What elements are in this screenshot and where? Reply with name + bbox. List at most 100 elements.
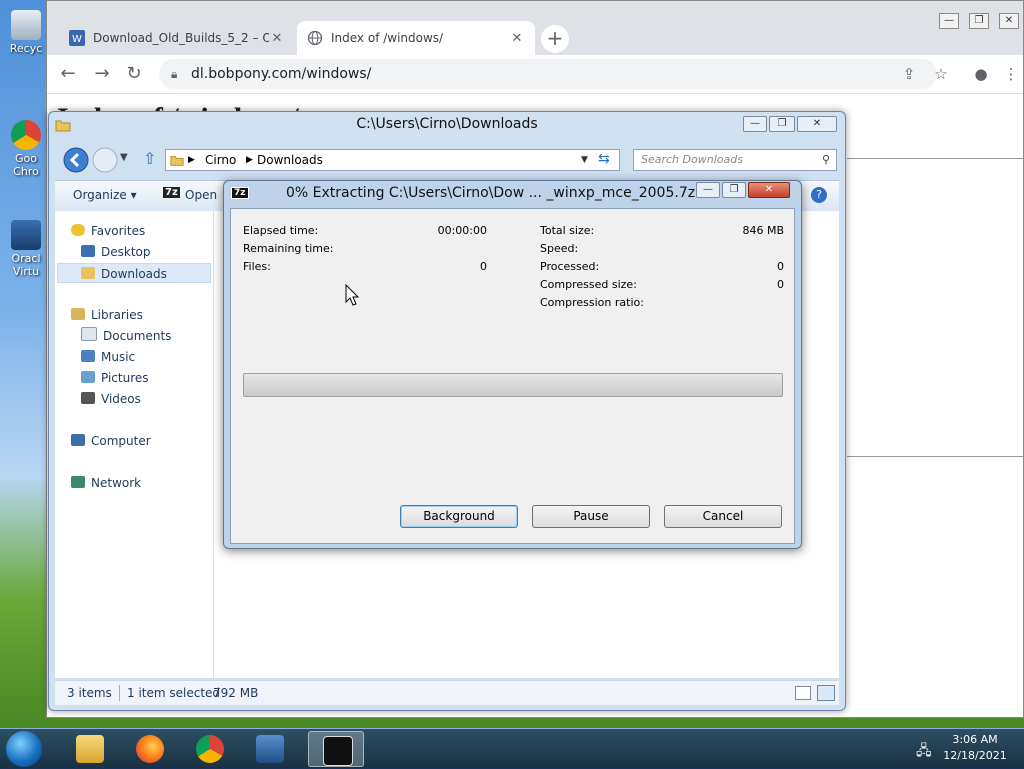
nav-label: Music: [101, 350, 136, 364]
breadcrumb[interactable]: ▶ Cirno ▶ Downloads ▼: [165, 149, 620, 171]
nav-computer[interactable]: Computer: [71, 431, 151, 451]
navigation-pane: Favorites Desktop Downloads Libraries Do…: [55, 211, 214, 678]
open-button[interactable]: Open: [185, 188, 217, 202]
breadcrumb-item[interactable]: Cirno: [205, 150, 236, 170]
chevron-right-icon: ▶: [246, 155, 253, 165]
url-text: dl.bobpony.com/windows/: [191, 66, 372, 82]
search-icon: ⚲: [821, 153, 830, 166]
up-arrow-icon[interactable]: ⇧: [143, 149, 156, 168]
taskbar-chrome[interactable]: [182, 731, 238, 767]
bookmark-star-icon[interactable]: ☆: [931, 64, 951, 84]
tab-close-icon[interactable]: ✕: [269, 31, 285, 46]
help-icon[interactable]: ?: [811, 187, 827, 203]
nav-documents[interactable]: Documents: [81, 326, 171, 346]
nav-desktop[interactable]: Desktop: [81, 242, 151, 262]
speed-label: Speed:: [540, 242, 579, 255]
desktop-icon-recycle-bin[interactable]: Recyc: [6, 10, 46, 55]
address-bar[interactable]: 🔒︎ dl.bobpony.com/windows/: [159, 59, 937, 89]
elapsed-time-value: 00:00:00: [437, 224, 487, 237]
maximize-button[interactable]: ❐: [722, 182, 746, 198]
network-icon: [71, 476, 85, 488]
documents-icon: [81, 327, 97, 341]
lock-icon: 🔒︎: [171, 67, 178, 81]
refresh-icon[interactable]: ⇆: [598, 151, 610, 167]
files-value: 0: [480, 260, 487, 273]
elapsed-time-label: Elapsed time:: [243, 224, 319, 237]
system-clock[interactable]: 3:06 AM 12/18/2021: [940, 732, 1010, 764]
processed-value: 0: [777, 260, 784, 273]
music-icon: [81, 350, 95, 362]
status-size: 792 MB: [213, 686, 259, 700]
wiki-favicon-icon: W: [69, 30, 85, 46]
organize-button[interactable]: Organize ▾: [73, 188, 137, 202]
taskbar: 🖧︎ 3:06 AM 12/18/2021: [0, 728, 1024, 769]
desktop-icon-label: Oracl Virtu: [11, 252, 41, 278]
taskbar-firefox[interactable]: [122, 731, 178, 767]
cancel-button[interactable]: Cancel: [664, 505, 782, 528]
nav-pictures[interactable]: Pictures: [81, 368, 149, 388]
7zip-icon: 7z: [231, 187, 249, 199]
menu-kebab-icon[interactable]: ⋮: [1001, 64, 1021, 84]
forward-arrow-icon[interactable]: →: [91, 63, 113, 85]
share-icon[interactable]: ⇪: [899, 64, 919, 84]
maximize-button[interactable]: ❐: [769, 116, 795, 132]
maximize-button[interactable]: ❐: [969, 13, 989, 29]
mouse-cursor-icon: [345, 284, 359, 306]
dialog-body: Elapsed time: 00:00:00 Remaining time: F…: [230, 208, 795, 544]
desktop-icon-label: Recyc: [9, 42, 43, 55]
nav-label: Documents: [103, 329, 172, 343]
details-view-icon[interactable]: [795, 686, 811, 700]
tab-index-of-windows[interactable]: Index of /windows/ ✕: [297, 21, 535, 55]
preview-view-icon[interactable]: [817, 685, 835, 701]
tab-close-icon[interactable]: ✕: [509, 31, 525, 46]
tab-download-old-builds[interactable]: W Download_Old_Builds_5_2 – Ora ✕: [59, 21, 295, 55]
desktop-icon-label: Goo Chro: [13, 152, 39, 178]
nav-network[interactable]: Network: [71, 473, 141, 493]
compressed-size-label: Compressed size:: [540, 278, 637, 291]
back-arrow-icon[interactable]: ←: [57, 63, 79, 85]
minimize-button[interactable]: —: [939, 13, 959, 29]
virtualbox-icon: [256, 735, 284, 763]
nav-videos[interactable]: Videos: [81, 389, 141, 409]
clock-date: 12/18/2021: [943, 749, 1007, 762]
chevron-down-icon[interactable]: ▼: [581, 150, 588, 170]
chrome-icon: [11, 120, 41, 150]
chrome-icon: [196, 735, 224, 763]
nav-label: Network: [91, 476, 142, 490]
nav-music[interactable]: Music: [81, 347, 135, 367]
start-button[interactable]: [6, 731, 42, 767]
browser-toolbar: ← → ↻ 🔒︎ dl.bobpony.com/windows/ ⇪ ☆ ● ⋮: [47, 55, 1023, 94]
desktop-icon-virtualbox[interactable]: Oracl Virtu: [6, 220, 46, 278]
minimize-button[interactable]: —: [743, 116, 767, 132]
clock-time: 3:06 AM: [952, 733, 998, 746]
7zip-icon: [323, 736, 353, 766]
taskbar-7zip[interactable]: [308, 731, 364, 767]
nav-label: Pictures: [101, 371, 149, 385]
processed-label: Processed:: [540, 260, 600, 273]
close-button[interactable]: ✕: [748, 182, 790, 198]
breadcrumb-item[interactable]: Downloads: [257, 150, 323, 170]
minimize-button[interactable]: —: [696, 182, 720, 198]
new-tab-button[interactable]: +: [541, 25, 569, 53]
search-input[interactable]: Search Downloads ⚲: [633, 149, 837, 171]
network-tray-icon[interactable]: 🖧︎: [916, 740, 932, 764]
chevron-down-icon[interactable]: ▼: [120, 152, 128, 163]
nav-favorites[interactable]: Favorites: [71, 221, 145, 241]
explorer-icon: [76, 735, 104, 763]
close-button[interactable]: ✕: [999, 13, 1019, 29]
close-button[interactable]: ✕: [797, 116, 837, 132]
desktop-icon: [81, 245, 95, 257]
forward-arrow-icon[interactable]: [92, 147, 118, 173]
background-button[interactable]: Background: [400, 505, 518, 528]
taskbar-explorer[interactable]: [62, 731, 118, 767]
nav-downloads[interactable]: Downloads: [57, 263, 211, 283]
back-arrow-icon[interactable]: [63, 147, 89, 173]
total-size-label: Total size:: [540, 224, 595, 237]
nav-libraries[interactable]: Libraries: [71, 305, 143, 325]
profile-avatar-icon[interactable]: ●: [971, 64, 991, 84]
pause-button[interactable]: Pause: [532, 505, 650, 528]
reload-icon[interactable]: ↻: [123, 63, 145, 85]
taskbar-virtualbox[interactable]: [242, 731, 298, 767]
desktop-icon-chrome[interactable]: Goo Chro: [6, 120, 46, 178]
status-selection: 1 item selected: [127, 686, 221, 700]
